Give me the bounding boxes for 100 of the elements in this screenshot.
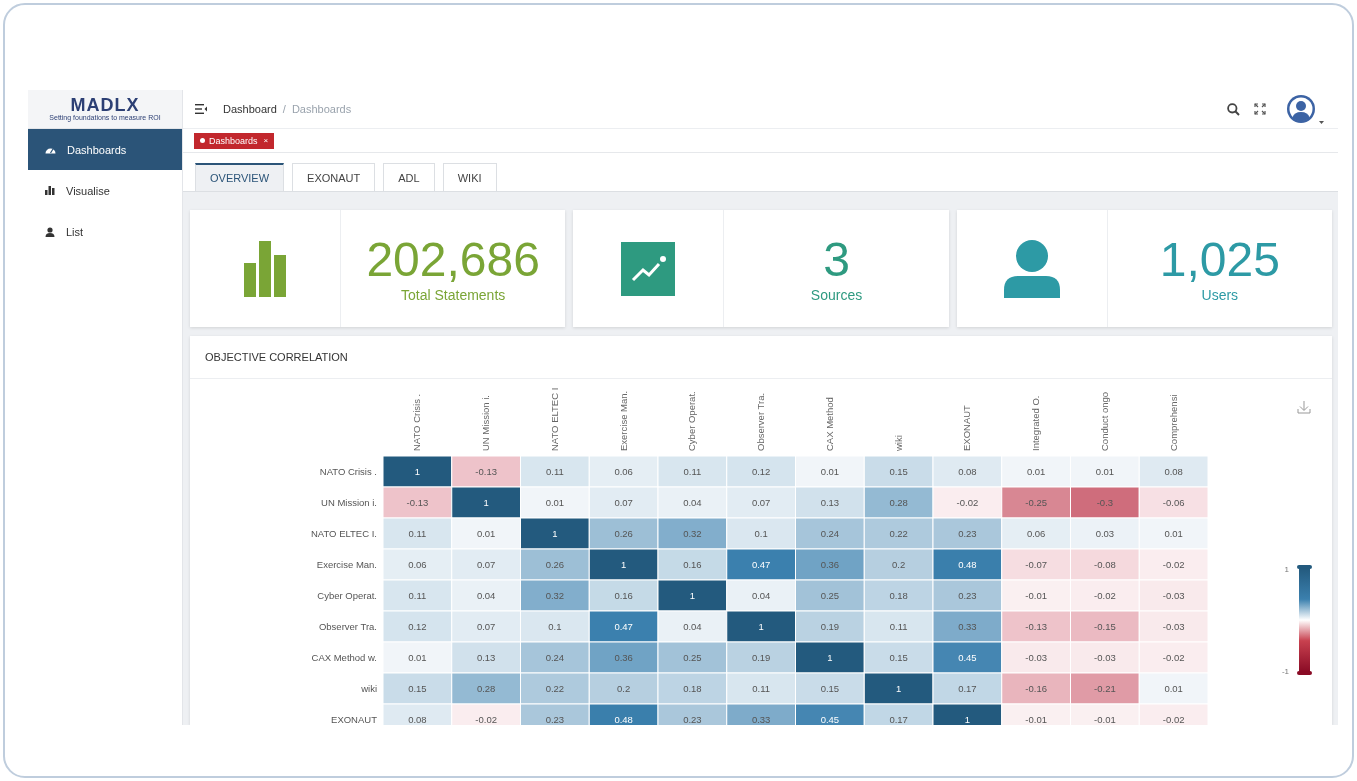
column-label: EXONAUT	[961, 405, 973, 451]
heatmap-cell: 0.12	[382, 610, 453, 643]
heatmap-cell: 1	[520, 517, 590, 550]
heatmap-cell: 0.23	[520, 703, 590, 725]
heatmap-cell: 0.01	[795, 455, 865, 488]
heatmap-cell: 0.12	[726, 455, 796, 488]
bar-chart-icon	[45, 186, 55, 195]
heatmap-cell: 0.04	[726, 579, 796, 612]
heatmap-cell: 0.1	[726, 517, 796, 550]
heatmap-cell: 0.04	[657, 486, 728, 519]
heatmap-cell: -0.3	[1070, 486, 1140, 519]
row-label: wiki	[361, 683, 377, 694]
row-label: Observer Tra.	[318, 621, 377, 632]
column-label: wiki	[892, 435, 904, 451]
heatmap-cell: 0.06	[1001, 517, 1071, 550]
heatmap-cell: -0.21	[1070, 672, 1140, 705]
heatmap-cell: 1	[451, 486, 521, 519]
search-icon[interactable]	[1227, 102, 1240, 116]
heatmap-cell: -0.03	[1001, 641, 1071, 674]
menu-icon[interactable]	[195, 104, 207, 114]
column-label: UN Mission i.	[480, 395, 492, 451]
heatmap-cell: 0.04	[451, 579, 521, 612]
heatmap-cell: -0.08	[1070, 548, 1140, 581]
caret-icon[interactable]	[1319, 121, 1324, 124]
heatmap-cell: 0.16	[657, 548, 728, 581]
heatmap-cell: 0.45	[932, 641, 1003, 674]
heatmap-cell: 0.2	[588, 672, 659, 705]
tab[interactable]: EXONAUT	[292, 163, 376, 191]
heatmap-cell: 0.24	[795, 517, 865, 550]
heatmap-cell: 0.08	[932, 455, 1003, 488]
heatmap-cell: 0.47	[726, 548, 796, 581]
heatmap-cell: 0.15	[795, 672, 865, 705]
page-tag[interactable]: Dashboards ×	[194, 132, 275, 149]
heatmap-cell: 0.18	[657, 672, 728, 705]
row-label: UN Mission i.	[321, 497, 377, 508]
heatmap-cell: -0.02	[1070, 579, 1140, 612]
heatmap-cell: 1	[588, 548, 659, 581]
tab[interactable]: OVERVIEW	[195, 163, 285, 191]
heatmap-cell: 0.45	[795, 703, 865, 725]
breadcrumb-link[interactable]: Dashboard	[223, 103, 277, 115]
sidebar-item[interactable]: Dashboards	[28, 129, 182, 170]
heatmap-cell: 0.01	[1138, 672, 1209, 705]
heatmap-cell: 0.23	[657, 703, 728, 725]
heatmap-cell: 0.19	[795, 610, 865, 643]
heatmap-cell: 0.01	[382, 641, 453, 674]
sidebar-item[interactable]: List	[28, 211, 182, 252]
stat-value: 1,025	[1159, 234, 1280, 285]
user-icon	[45, 226, 55, 237]
row-label: EXONAUT	[331, 714, 377, 725]
heatmap-cell: -0.03	[1070, 641, 1140, 674]
heatmap-cell: 0.07	[451, 610, 521, 643]
logo-text: MADLX	[70, 96, 140, 114]
heatmap-cell: 0.25	[795, 579, 865, 612]
heatmap-cell: -0.13	[451, 455, 521, 488]
legend-min-label: -1	[1281, 667, 1289, 676]
row-label: NATO ELTEC I.	[311, 528, 377, 539]
heatmap-cell: -0.03	[1138, 610, 1209, 643]
heatmap-cell: 0.28	[863, 486, 934, 519]
tab[interactable]: ADL	[383, 163, 435, 191]
row-label: NATO Crisis .	[319, 466, 377, 477]
column-label: Comprehensi	[1167, 394, 1179, 451]
heatmap-cell: 0.04	[657, 610, 728, 643]
heatmap-cell: -0.01	[1001, 579, 1071, 612]
trend-chart-icon	[621, 241, 676, 296]
heatmap-cell: 0.33	[726, 703, 796, 725]
column-label: NATO Crisis .	[411, 393, 423, 451]
heatmap-cell: 0.22	[520, 672, 590, 705]
heatmap-cell: -0.06	[1138, 486, 1209, 519]
heatmap-cell: 0.2	[863, 548, 934, 581]
heatmap-cell: 0.03	[1070, 517, 1140, 550]
heatmap-cell: 0.32	[657, 517, 728, 550]
heatmap-cell: 0.01	[451, 517, 521, 550]
heatmap-cell: 0.11	[863, 610, 934, 643]
heatmap-cell: -0.02	[932, 486, 1003, 519]
row-label: CAX Method w.	[311, 652, 377, 663]
heatmap-cell: -0.13	[382, 486, 453, 519]
heatmap-cell: 0.18	[863, 579, 934, 612]
avatar-icon[interactable]	[1286, 94, 1316, 124]
heatmap-cell: -0.13	[1001, 610, 1071, 643]
heatmap-cell: 0.24	[520, 641, 590, 674]
close-icon[interactable]: ×	[263, 136, 269, 145]
heatmap-cell: -0.01	[1001, 703, 1071, 725]
heatmap-cell: 0.06	[588, 455, 659, 488]
column-label: Cyber Operat.	[686, 391, 698, 451]
panel-title: OBJECTIVE CORRELATION	[205, 351, 348, 363]
color-scale-legend[interactable]	[1297, 565, 1312, 675]
heatmap-cell: 0.11	[726, 672, 796, 705]
sidebar-item[interactable]: Visualise	[28, 170, 182, 211]
heatmap-cell: -0.02	[1138, 703, 1209, 725]
legend-max-label: 1	[1284, 565, 1289, 574]
tab[interactable]: WIKI	[442, 163, 497, 191]
heatmap-cell: -0.01	[1070, 703, 1140, 725]
fullscreen-icon[interactable]	[1254, 103, 1266, 115]
heatmap-cell: 0.15	[863, 455, 934, 488]
heatmap-cell: 0.23	[932, 579, 1003, 612]
heatmap-cell: 0.17	[932, 672, 1003, 705]
heatmap-cell: 0.22	[863, 517, 934, 550]
column-label: Conduct ongo	[1098, 391, 1110, 451]
heatmap-cell: 0.28	[451, 672, 521, 705]
heatmap-cell: 0.01	[520, 486, 590, 519]
